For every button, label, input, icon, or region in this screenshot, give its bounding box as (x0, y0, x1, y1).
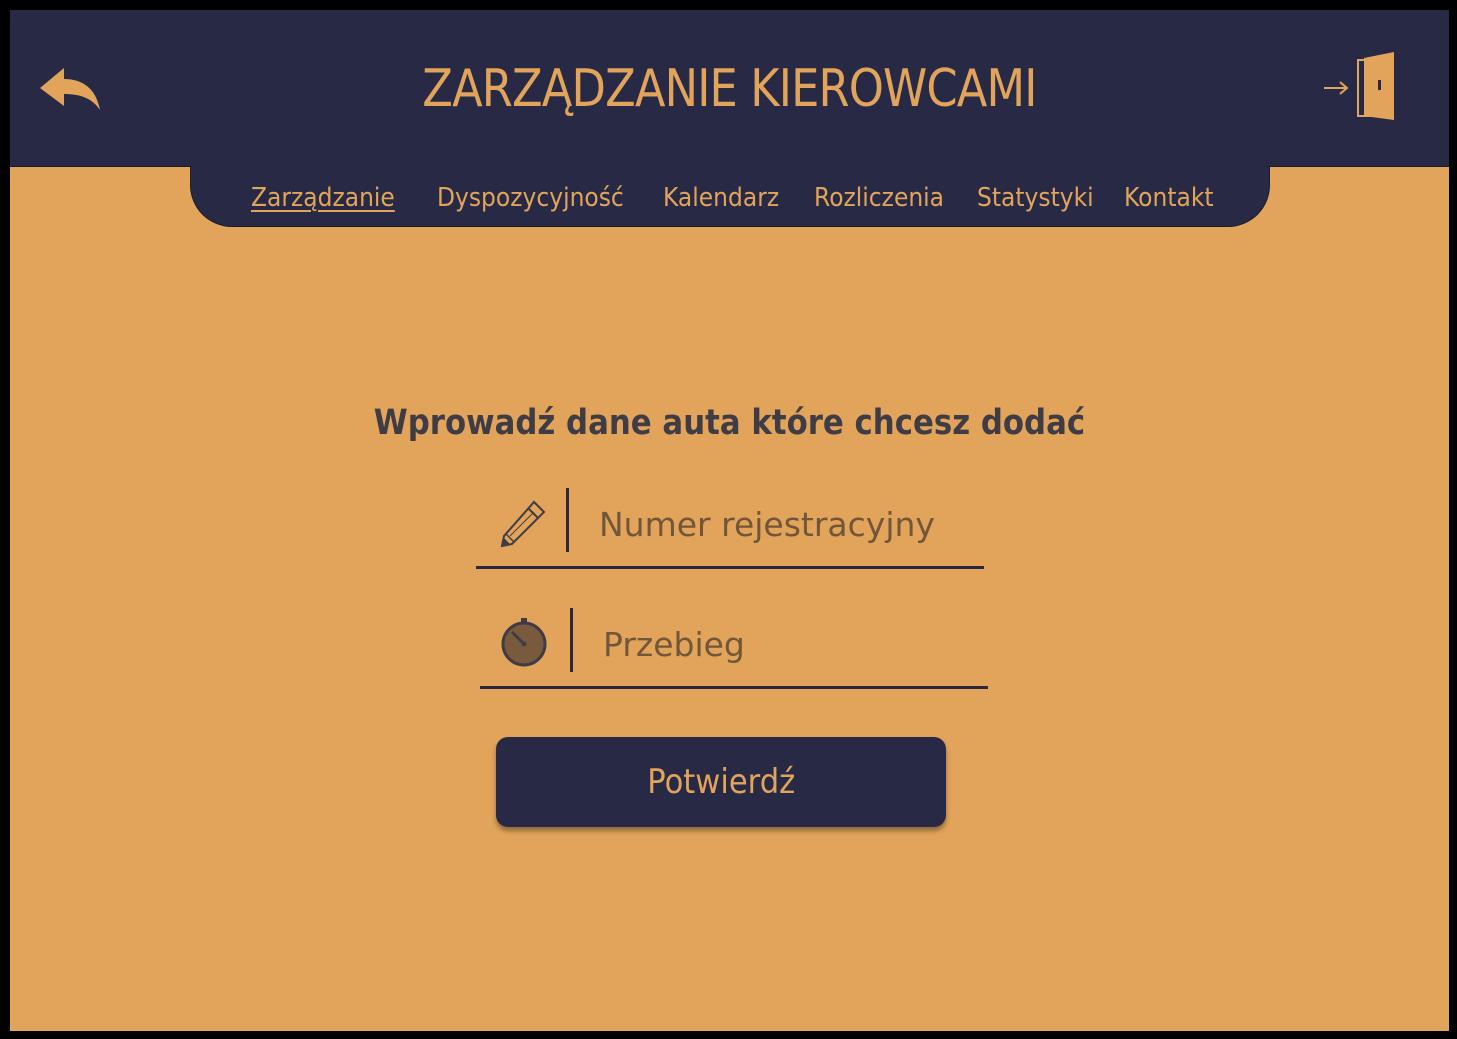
page-title: ZARZĄDZANIE KIEROWCAMI (422, 59, 1037, 119)
field-divider (570, 608, 573, 672)
field-divider (566, 488, 569, 552)
confirm-button[interactable]: Potwierdź (496, 737, 946, 827)
door-exit-icon (1324, 52, 1394, 120)
nav-item-rozliczenia[interactable]: Rozliczenia (814, 181, 944, 215)
pencil-icon (500, 500, 546, 548)
app-frame: ZARZĄDZANIE KIEROWCAMI Zarządzanie Dyspo… (10, 10, 1449, 1031)
mileage-field (480, 604, 988, 689)
header: ZARZĄDZANIE KIEROWCAMI (10, 10, 1449, 167)
nav-item-dyspozycyjnosc[interactable]: Dyspozycyjność (437, 181, 624, 215)
nav-item-kontakt[interactable]: Kontakt (1124, 181, 1214, 215)
logout-button[interactable] (1318, 50, 1402, 126)
nav-item-kalendarz[interactable]: Kalendarz (663, 181, 779, 215)
registration-number-input[interactable] (599, 499, 969, 549)
nav-item-statystyki[interactable]: Statystyki (977, 181, 1094, 215)
back-button[interactable] (38, 64, 104, 116)
form-heading: Wprowadź dane auta które chcesz dodać (373, 403, 1086, 443)
nav-item-zarzadzanie[interactable]: Zarządzanie (251, 181, 395, 215)
mileage-input[interactable] (603, 619, 973, 669)
registration-number-field (476, 484, 984, 569)
stopwatch-icon (501, 618, 547, 667)
nav-bar: Zarządzanie Dyspozycyjność Kalendarz Roz… (190, 166, 1270, 227)
confirm-button-label: Potwierdź (647, 762, 795, 802)
reply-arrow-icon (40, 68, 100, 110)
